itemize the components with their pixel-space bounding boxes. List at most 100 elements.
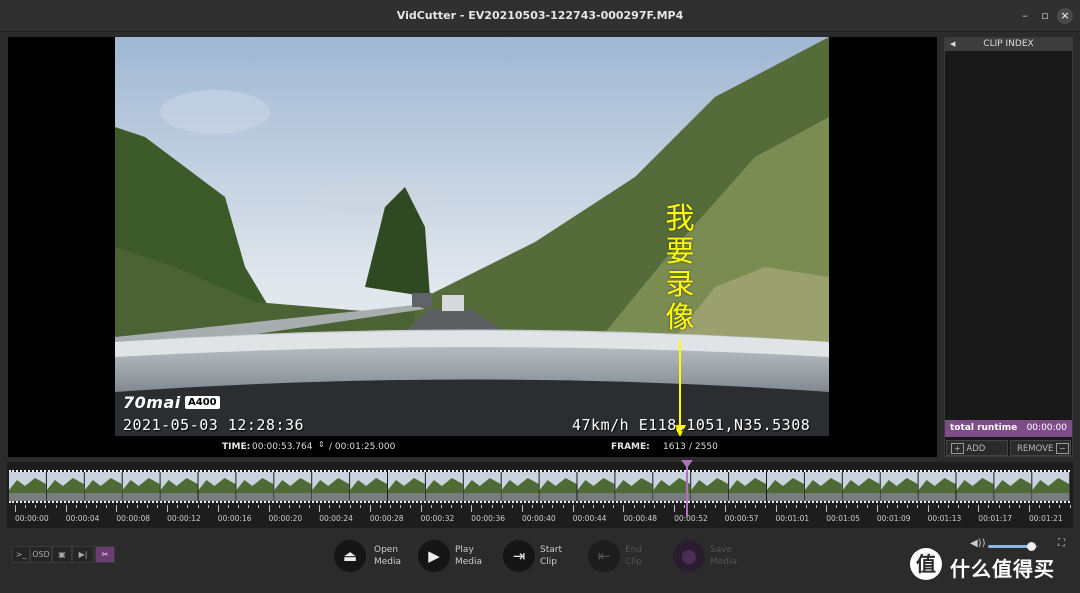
timeline-minor-tick [430,505,432,508]
minimize-button[interactable]: – [1017,8,1033,24]
video-player[interactable]: 我要录像 70mai A400 2021-05-03 12:28:36 47km… [8,37,937,457]
timeline-minor-tick [359,505,361,508]
start-label-2: Clip [540,557,557,567]
skip-frame-button[interactable]: ▶| [72,546,94,563]
timeline-minor-tick [724,505,726,512]
open-label-2: Media [374,557,402,567]
timeline-minor-tick [592,505,594,508]
timeline-minor-tick [856,505,858,508]
timeline-minor-tick [582,505,584,508]
save-icon [673,540,705,572]
timeline-tick-label: 00:00:28 [369,514,404,523]
timeline-tick-label: 00:00:44 [572,514,607,523]
timeline-minor-tick [339,505,341,508]
timeline-minor-tick [603,505,605,508]
timeline-tick-label: 00:01:21 [1029,514,1063,523]
timeline-tick-label: 00:00:12 [167,514,201,523]
thumbnail-frame [653,472,691,501]
timeline-minor-tick [319,505,321,512]
start-clip-button[interactable]: ⇥ Start Clip [503,540,593,574]
timeline-minor-tick [451,505,453,508]
play-icon: ▶ [418,540,450,572]
frame-current[interactable]: 1613 [663,442,686,452]
clip-index-header[interactable]: ◀ CLIP INDEX [945,38,1072,51]
osd-datetime: 2021-05-03 12:28:36 [123,416,305,434]
timeline-minor-tick [440,505,442,508]
end-clip-button[interactable]: ⇤ End Clip [588,540,678,574]
timeline-minor-tick [65,505,67,512]
timeline-tick-label: 00:01:09 [876,514,911,523]
timeline-minor-tick [562,505,564,508]
timeline-ruler[interactable]: 00:00:00 00:00:04 00:00:08 00:00:12 00:00:16… [7,504,1080,528]
collapse-left-icon[interactable]: ◀ [950,38,955,51]
time-current[interactable]: 00:00:53.764 [252,442,312,452]
timeline-minor-tick [1059,505,1061,508]
thumbnail-frame [463,472,501,501]
timeline[interactable]: 00:00:00 00:00:04 00:00:08 00:00:12 00:00:16… [7,460,1080,528]
thumbnail-frame [198,472,236,501]
thumbnail-frame [274,472,312,501]
timeline-minor-tick [511,505,513,508]
timeline-minor-tick [45,505,47,508]
timeline-minor-tick [1029,505,1030,512]
remove-clip-button[interactable]: REMOVE − [1010,440,1071,456]
thumbnail-frame [767,472,804,501]
maximize-button[interactable]: ▫ [1037,8,1053,24]
timeline-minor-tick [35,505,37,508]
timeline-minor-tick [288,505,290,508]
timeline-minor-tick [968,505,970,508]
total-runtime-bar: total runtime 00:00:00 [945,420,1072,437]
timeline-minor-tick [816,505,818,508]
timeline-minor-tick [876,505,878,512]
timeline-minor-tick [745,505,747,508]
timeline-minor-tick [278,505,280,508]
runtime-value: 00:00:00 [1026,423,1067,433]
open-media-button[interactable]: ⏏ Open Media [334,540,424,574]
plus-icon: + [951,443,964,454]
thumbnail-frame [577,472,615,501]
save-media-button[interactable]: Save Media [673,540,763,574]
close-button[interactable]: × [1057,8,1073,24]
add-label: ADD [966,444,986,454]
timeline-minor-tick [238,505,240,508]
osd-toggle-button[interactable]: OSD [30,546,52,563]
thumbnail-strip[interactable] [9,470,1070,503]
thumbnail-frame [160,472,198,501]
save-label-1: Save [710,545,733,555]
end-label-1: End [625,545,643,555]
timeline-tick-label: 00:00:08 [116,514,151,523]
save-label-2: Media [710,557,738,567]
clip-index-panel: ◀ CLIP INDEX total runtime 00:00:00 + AD… [944,37,1073,457]
timeline-minor-tick [866,505,868,508]
end-label-2: Clip [625,557,642,567]
console-button[interactable]: >_ [12,546,30,563]
timeline-tick-label: 00:01:13 [927,514,962,523]
screenshot-button[interactable]: ▣ [52,546,72,563]
timeline-minor-tick [55,505,57,508]
playhead[interactable] [686,462,689,517]
time-spinner-icon[interactable]: ⇕ [318,440,325,449]
play-media-button[interactable]: ▶ Play Media [418,540,508,574]
clip-index-title: CLIP INDEX [983,39,1034,49]
timeline-minor-tick [369,505,371,512]
thumbnail-frame [615,472,653,501]
timeline-minor-tick [785,505,787,508]
timeline-minor-tick [197,505,199,508]
timeline-tick-label: 00:00:24 [319,514,353,523]
timeline-minor-tick [187,505,189,508]
add-clip-button[interactable]: + ADD [946,440,1008,456]
timeline-minor-tick [613,505,615,508]
timeline-minor-tick [15,505,16,512]
timeline-minor-tick [552,505,554,508]
cut-mode-button[interactable]: ✂ [95,546,115,563]
thumbnail-frame [46,472,84,501]
annotation-text: 我要录像 [665,201,695,334]
timeline-minor-tick [349,505,351,508]
timeline-tick-label: 00:01:01 [775,514,810,523]
dashcam-brand-logo: 70mai [123,393,181,412]
timeline-minor-tick [390,505,392,508]
timeline-minor-tick [663,505,665,508]
timeline-minor-tick [248,505,250,508]
timeline-minor-tick [633,505,635,508]
osd-gps: 47km/h E118.1051,N35.5308 [572,416,811,434]
